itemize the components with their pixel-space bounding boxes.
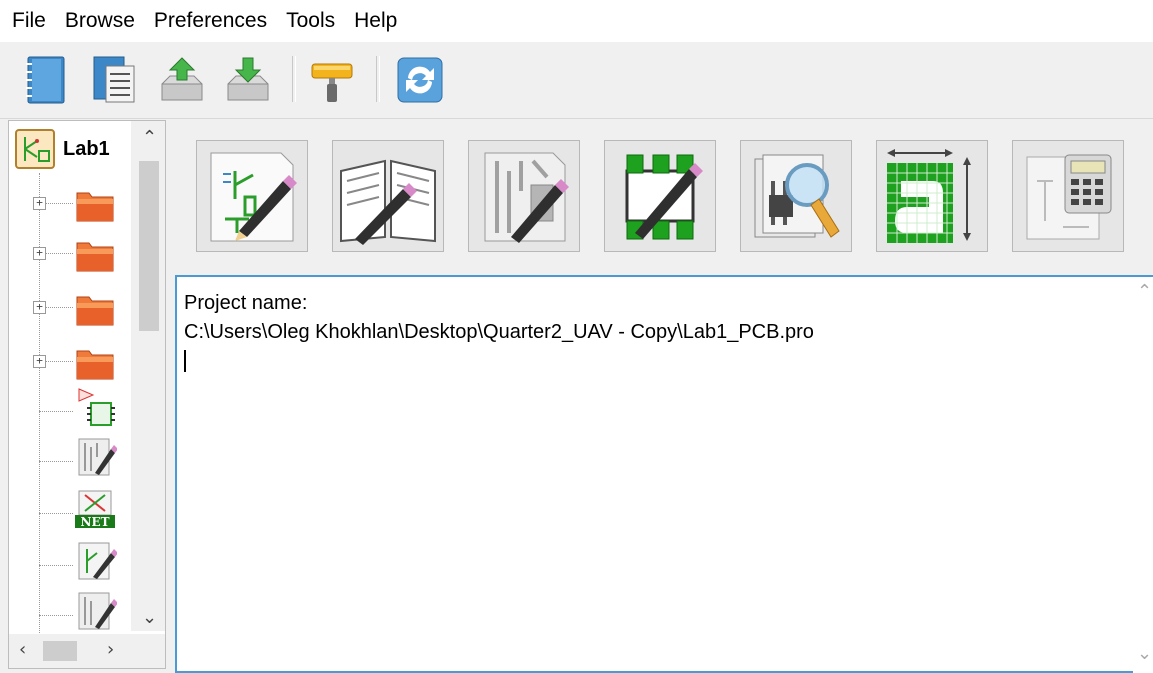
footprint-editor-button[interactable]: [604, 140, 716, 252]
footprint-editor-icon: [625, 154, 703, 240]
new-project-icon[interactable]: [20, 54, 72, 106]
tools-bar: [168, 120, 1153, 270]
pcb-edit-icon: [73, 437, 117, 477]
scroll-up-icon[interactable]: ⌃: [142, 127, 157, 148]
gerber-viewer-icon: [754, 154, 840, 238]
menu-browse[interactable]: Browse: [61, 9, 148, 33]
message-text: Project name: C:\Users\Oleg Khokhlan\Des…: [184, 289, 814, 347]
gerber-viewer-button[interactable]: [740, 140, 852, 252]
netlist-badge-text: NET: [80, 515, 109, 529]
tree-root[interactable]: Lab1: [15, 129, 110, 169]
scroll-left-icon[interactable]: ‹: [19, 639, 26, 660]
open-project-icon[interactable]: [88, 54, 140, 106]
pcb-edit-icon: [73, 591, 117, 631]
paint-roller-icon[interactable]: [306, 54, 358, 106]
folder-icon: [73, 235, 117, 275]
scroll-down-icon[interactable]: ⌄: [142, 607, 157, 628]
tree-horizontal-scrollbar[interactable]: ‹ ›: [9, 634, 165, 668]
symbol-library-editor-icon: [340, 159, 436, 245]
menu-file[interactable]: File: [12, 9, 59, 33]
archive-upload-icon[interactable]: [156, 54, 208, 106]
schematic-edit-icon: [73, 541, 117, 581]
tree-vertical-scrollbar[interactable]: ⌃ ⌄: [131, 121, 165, 631]
scroll-right-icon[interactable]: ›: [107, 639, 114, 660]
project-path: C:\Users\Oleg Khokhlan\Desktop\Quarter2_…: [184, 321, 814, 343]
project-tree: Lab1 + + + + NET ⌃ ⌄ ‹ ›: [8, 120, 166, 669]
pcb-calculator-icon: [1026, 154, 1112, 240]
scroll-thumb[interactable]: [139, 161, 159, 331]
message-panel[interactable]: Project name: C:\Users\Oleg Khokhlan\Des…: [175, 275, 1153, 673]
bitmap-to-component-button[interactable]: [876, 140, 988, 252]
symbol-library-editor-button[interactable]: [332, 140, 444, 252]
scroll-down-icon[interactable]: ⌄: [1137, 643, 1152, 664]
menu-tools[interactable]: Tools: [282, 9, 348, 33]
project-name-heading: Project name:: [184, 292, 308, 314]
pcb-layout-editor-icon: [484, 152, 569, 243]
menubar: File Browse Preferences Tools Help: [0, 0, 1153, 42]
project-name-label: Lab1: [63, 137, 110, 160]
netlist-icon: NET: [73, 489, 117, 529]
message-vertical-scrollbar[interactable]: ⌃ ⌄: [1133, 277, 1153, 673]
kicad-project-icon: [15, 129, 55, 169]
folder-icon: [73, 343, 117, 383]
refresh-icon[interactable]: [394, 54, 446, 106]
schematic-editor-button[interactable]: [196, 140, 308, 252]
menu-help[interactable]: Help: [350, 9, 410, 33]
pcb-calculator-button[interactable]: [1012, 140, 1124, 252]
archive-download-icon[interactable]: [222, 54, 274, 106]
schematic-editor-icon: [210, 152, 297, 242]
folder-icon: [73, 185, 117, 225]
scroll-up-icon[interactable]: ⌃: [1137, 281, 1152, 302]
schematic-component-icon: [73, 387, 117, 427]
toolbar-separator: [376, 56, 380, 102]
toolbar: [0, 42, 1153, 119]
toolbar-separator: [292, 56, 296, 102]
bitmap-to-component-icon: [887, 149, 971, 243]
folder-icon: [73, 289, 117, 329]
menu-preferences[interactable]: Preferences: [150, 9, 280, 33]
scroll-thumb[interactable]: [43, 641, 77, 661]
pcb-layout-editor-button[interactable]: [468, 140, 580, 252]
text-caret: [184, 350, 186, 372]
